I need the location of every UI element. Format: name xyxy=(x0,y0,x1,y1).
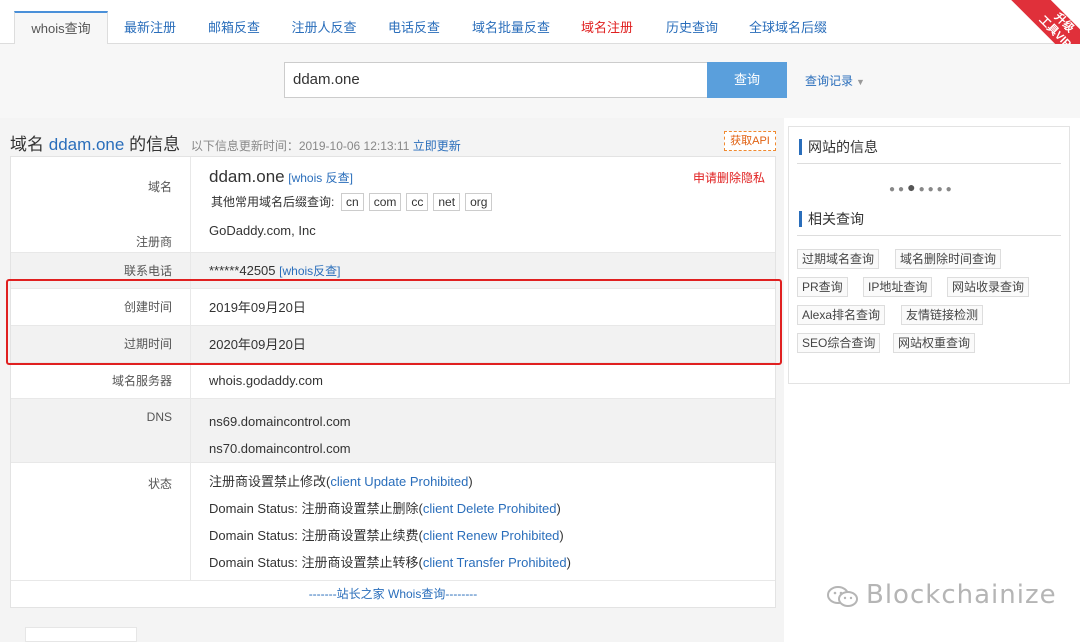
label-server: 域名服务器 xyxy=(11,363,191,398)
row-server: 域名服务器 whois.godaddy.com xyxy=(11,363,775,399)
sidebar: 网站的信息 ●●●●●●● 相关查询 过期域名查询 域名删除时间查询 PR查询 … xyxy=(788,126,1070,384)
whois-table: 域名 注册商 ddam.one [whois 反查] 其他常用域名后缀查询: c… xyxy=(10,156,776,608)
phone-value: ******42505 xyxy=(209,263,276,278)
search-bar: ddam.one 查询 查询记录 ▼ xyxy=(0,44,1080,118)
link-alexa-rank[interactable]: Alexa排名查询 xyxy=(797,305,886,325)
search-input[interactable]: ddam.one xyxy=(284,62,708,98)
query-history-label: 查询记录 xyxy=(805,74,854,88)
link-friend-link-check[interactable]: 友情链接检测 xyxy=(901,305,984,325)
row-phone: 联系电话 ******42505 [whois反查] xyxy=(11,253,775,289)
status-item: Domain Status: 注册商设置禁止续费(client Renew Pr… xyxy=(209,522,775,549)
divider xyxy=(797,235,1061,236)
link-seo[interactable]: SEO综合查询 xyxy=(797,333,881,353)
created-value: 2019年09月20日 xyxy=(209,300,306,315)
status-code-link[interactable]: client Delete Prohibited xyxy=(423,501,557,516)
status-close: ) xyxy=(468,474,473,489)
label-phone: 联系电话 xyxy=(11,253,191,288)
label-domain: 域名 xyxy=(147,180,172,194)
suffix-com[interactable]: com xyxy=(368,193,402,211)
carousel-dots[interactable]: ●●●●●●● xyxy=(889,179,955,195)
tab-bulk-reverse[interactable]: 域名批量反查 xyxy=(466,12,556,44)
page-title: 域名 ddam.one 的信息 以下信息更新时间：2019-10-06 12:1… xyxy=(10,130,461,155)
suffix-label: 其他常用域名后缀查询: xyxy=(211,195,335,209)
server-value: whois.godaddy.com xyxy=(209,373,323,388)
delete-privacy-link[interactable]: 申请删除隐私 xyxy=(693,169,765,186)
status-item: Domain Status: 注册商设置禁止转移(client Transfer… xyxy=(209,549,775,576)
get-api-button[interactable]: 获取API xyxy=(724,131,776,151)
whois-reverse-link[interactable]: [whois 反查] xyxy=(288,171,353,185)
status-code-link[interactable]: client Renew Prohibited xyxy=(423,528,560,543)
tab-phone-reverse[interactable]: 电话反查 xyxy=(382,12,446,44)
link-domain-delete-time[interactable]: 域名删除时间查询 xyxy=(895,249,1002,269)
row-expires: 过期时间 2020年09月20日 xyxy=(11,326,775,363)
query-history-dropdown[interactable]: 查询记录 ▼ xyxy=(805,72,865,89)
label-expires: 过期时间 xyxy=(11,326,191,362)
status-text: 注册商设置禁止修改( xyxy=(209,474,331,489)
status-close: ) xyxy=(566,555,571,570)
row-dns: DNS ns69.domaincontrol.com ns70.domainco… xyxy=(11,399,775,463)
tab-domain-register[interactable]: 域名注册 xyxy=(576,12,638,44)
status-code-link[interactable]: client Transfer Prohibited xyxy=(423,555,567,570)
dns-value-1: ns69.domaincontrol.com xyxy=(209,414,351,429)
tab-global-suffix[interactable]: 全球域名后缀 xyxy=(744,12,832,44)
whois-result-panel: 域名 ddam.one 的信息 以下信息更新时间：2019-10-06 12:1… xyxy=(0,118,784,642)
status-item: Domain Status: 注册商设置禁止删除(client Delete P… xyxy=(209,495,775,522)
label-registrar: 注册商 xyxy=(135,235,172,249)
link-pr[interactable]: PR查询 xyxy=(797,277,848,297)
phone-reverse-link[interactable]: [whois反查] xyxy=(279,264,340,278)
tab-email-reverse[interactable]: 邮箱反查 xyxy=(202,12,266,44)
status-text: Domain Status: 注册商设置禁止删除( xyxy=(209,501,423,516)
footer-whois-link[interactable]: -------站长之家 Whois查询-------- xyxy=(11,581,775,607)
wechat-icon xyxy=(827,585,858,607)
row-domain: 域名 注册商 ddam.one [whois 反查] 其他常用域名后缀查询: c… xyxy=(11,157,775,253)
status-text: Domain Status: 注册商设置禁止续费( xyxy=(209,528,423,543)
row-created: 创建时间 2019年09月20日 xyxy=(11,289,775,326)
site-info-title: 网站的信息 xyxy=(799,139,878,155)
link-expired-domains[interactable]: 过期域名查询 xyxy=(797,249,880,269)
link-ip-address[interactable]: IP地址查询 xyxy=(863,277,933,297)
title-domain: ddam.one xyxy=(48,135,125,154)
tab-whois[interactable]: whois查询 xyxy=(14,11,108,45)
divider xyxy=(797,163,1061,164)
tab-latest-registered[interactable]: 最新注册 xyxy=(118,12,182,44)
search-button[interactable]: 查询 xyxy=(707,62,787,98)
status-text: Domain Status: 注册商设置禁止转移( xyxy=(209,555,423,570)
status-item: 注册商设置禁止修改(client Update Prohibited) xyxy=(209,468,775,495)
row-status: 状态 注册商设置禁止修改(client Update Prohibited) D… xyxy=(11,463,775,581)
label-status: 状态 xyxy=(11,463,191,580)
chevron-down-icon: ▼ xyxy=(856,77,865,87)
suffix-cn[interactable]: cn xyxy=(341,193,364,211)
link-site-index[interactable]: 网站收录查询 xyxy=(947,277,1030,297)
updated-time: 以下信息更新时间：2019-10-06 12:13:11 xyxy=(190,139,410,153)
related-title: 相关查询 xyxy=(799,211,864,227)
expires-value: 2020年09月20日 xyxy=(209,337,306,352)
link-site-weight[interactable]: 网站权重查询 xyxy=(893,333,976,353)
registrar-value: GoDaddy.com, Inc xyxy=(209,223,316,238)
suffix-org[interactable]: org xyxy=(465,193,493,211)
tab-history[interactable]: 历史查询 xyxy=(660,12,724,44)
tab-registrant-reverse[interactable]: 注册人反查 xyxy=(286,12,362,44)
horizontal-scrollbar[interactable] xyxy=(25,627,137,642)
top-nav: whois查询 最新注册 邮箱反查 注册人反查 电话反查 域名批量反查 域名注册… xyxy=(0,0,1080,70)
status-close: ) xyxy=(559,528,564,543)
status-code-link[interactable]: client Update Prohibited xyxy=(330,474,468,489)
page: whois查询 最新注册 邮箱反查 注册人反查 电话反查 域名批量反查 域名注册… xyxy=(0,0,1080,642)
dns-value-2: ns70.domaincontrol.com xyxy=(209,441,351,456)
watermark-text: Blockchainize xyxy=(866,580,1057,610)
label-dns: DNS xyxy=(11,399,191,462)
title-prefix: 域名 xyxy=(10,135,49,154)
status-close: ) xyxy=(556,501,561,516)
title-suffix: 的信息 xyxy=(124,135,181,154)
watermark: Blockchainize xyxy=(826,580,1057,610)
suffix-net[interactable]: net xyxy=(433,193,461,211)
suffix-cc[interactable]: cc xyxy=(406,193,429,211)
update-now-link[interactable]: 立即更新 xyxy=(413,139,461,153)
domain-value: ddam.one xyxy=(209,167,285,186)
label-created: 创建时间 xyxy=(11,289,191,325)
